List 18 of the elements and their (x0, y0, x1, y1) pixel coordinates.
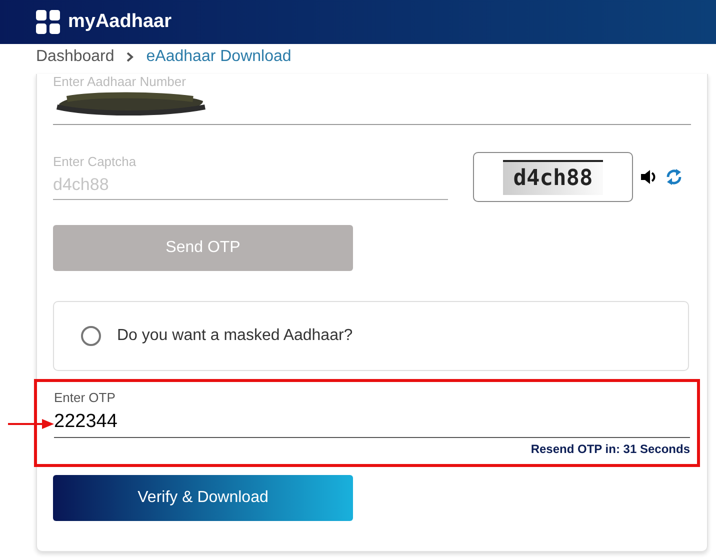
chevron-icon (126, 52, 134, 62)
otp-field[interactable]: 222344 (54, 407, 690, 438)
field-label: Enter Captcha (53, 154, 138, 169)
captcha-image: d4ch88 (473, 152, 633, 202)
app-title: myAadhaar (68, 11, 172, 33)
breadcrumb-link[interactable]: eAadhaar Download (146, 48, 292, 66)
verify-download-button[interactable]: Verify & Download (53, 475, 353, 521)
grid-icon (36, 10, 60, 34)
refresh-icon[interactable] (665, 168, 683, 186)
otp-input[interactable]: 222344 (54, 411, 690, 433)
field-label: Enter Aadhaar Number (53, 74, 187, 89)
captcha-field[interactable]: d4ch88 (53, 171, 448, 200)
option-label: Do you want a masked Aadhaar? (117, 327, 353, 345)
radio-button[interactable] (81, 326, 101, 346)
breadcrumb-link[interactable]: Dashboard (36, 48, 114, 66)
speaker-icon[interactable] (640, 169, 658, 185)
field-label: Enter OTP (54, 390, 116, 405)
resend-timer: Resend OTP in: 31 Seconds (530, 442, 690, 456)
